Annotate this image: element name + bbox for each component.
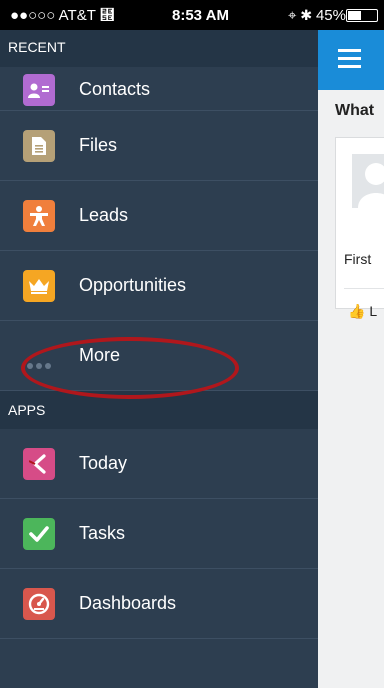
- sidebar-item-label: Today: [79, 453, 128, 473]
- contacts-icon: [23, 74, 55, 106]
- sidebar-item-contacts[interactable]: Contacts: [0, 67, 318, 111]
- sidebar-item-today[interactable]: Today: [0, 429, 318, 499]
- clock: 8:53 AM: [172, 7, 229, 24]
- card-divider: [344, 288, 384, 289]
- avatar: [352, 154, 384, 208]
- feed-heading: What: [335, 102, 375, 119]
- feed-card-text: First: [344, 251, 372, 267]
- sidebar-item-label: Leads: [79, 205, 129, 225]
- sidebar-item-tasks[interactable]: Tasks: [0, 499, 318, 569]
- tasks-icon: [23, 518, 55, 550]
- status-bar: ●●○○○ AT&T ⹞ 8:53 AM ⌖ ✱ 45%: [0, 0, 384, 30]
- sidebar-item-leads[interactable]: Leads: [0, 181, 318, 251]
- sidebar-item-label: Tasks: [79, 523, 126, 543]
- highlight-annotation: [21, 337, 239, 399]
- sidebar-item-label: Opportunities: [79, 275, 187, 295]
- carrier-label: ●●○○○ AT&T ⹞: [10, 7, 115, 24]
- main-content-panel: What First 👍 L: [318, 30, 384, 688]
- leads-icon: [23, 200, 55, 232]
- files-icon: [23, 130, 55, 162]
- feed-card[interactable]: First 👍 L: [335, 137, 384, 319]
- dashboards-icon: [23, 588, 55, 620]
- sidebar-item-files[interactable]: Files: [0, 111, 318, 181]
- sidebar-item-label: Files: [79, 135, 118, 155]
- status-indicators: ⌖ ✱ 45%: [288, 7, 346, 24]
- battery-level: [348, 11, 361, 20]
- hamburger-icon[interactable]: [338, 49, 361, 73]
- content-header: [318, 30, 384, 90]
- wifi-icon: ⹞: [99, 7, 115, 24]
- sidebar-item-opportunities[interactable]: Opportunities: [0, 251, 318, 321]
- like-icon: 👍: [348, 303, 366, 319]
- sidebar-item-label: Contacts: [79, 79, 151, 99]
- opportunities-icon: [23, 270, 55, 302]
- like-button[interactable]: 👍 L: [348, 303, 377, 320]
- sidebar-item-dashboards[interactable]: Dashboards: [0, 569, 318, 639]
- today-icon: [23, 448, 55, 480]
- sidebar-item-label: Dashboards: [79, 593, 177, 613]
- battery-icon: [346, 9, 378, 22]
- recent-section-header: RECENT: [0, 30, 318, 67]
